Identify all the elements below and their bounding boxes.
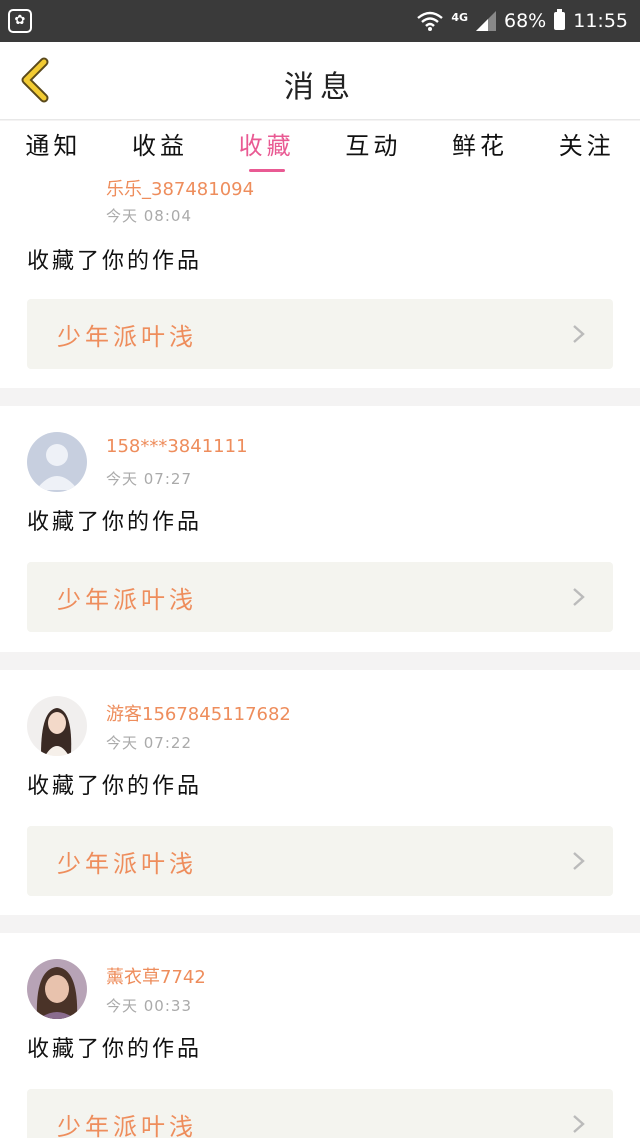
tab-flowers[interactable]: 鲜花 [427,121,534,173]
signal-icon [476,11,496,31]
chevron-right-icon [573,852,585,870]
action-text: 收藏了你的作品 [27,510,203,535]
work-title: 少年派叶浅 [57,1113,197,1138]
avatar[interactable] [27,696,87,756]
timestamp: 今天 07:27 [106,470,192,488]
timestamp: 今天 07:22 [106,734,192,752]
message-card: 薰衣草7742 今天 00:33 收藏了你的作品 少年派叶浅 [0,933,640,1138]
action-text: 收藏了你的作品 [27,774,203,799]
tab-bar: 通知 收益 收藏 互动 鲜花 关注 [0,121,640,173]
chevron-right-icon [573,325,585,343]
avatar[interactable] [27,959,87,1019]
battery-percent: 68% [504,10,547,32]
clock: 11:55 [573,10,628,32]
message-list[interactable]: 乐乐_387481094 今天 08:04 收藏了你的作品 少年派叶浅 158*… [0,173,640,1138]
username[interactable]: 游客1567845117682 [106,700,291,726]
tab-notifications[interactable]: 通知 [0,121,107,173]
work-link[interactable]: 少年派叶浅 [27,299,613,369]
message-card: 158***3841111 今天 07:27 收藏了你的作品 少年派叶浅 [0,406,640,652]
work-link[interactable]: 少年派叶浅 [27,1089,613,1138]
chevron-right-icon [573,588,585,606]
action-text: 收藏了你的作品 [27,1037,203,1062]
tab-earnings[interactable]: 收益 [107,121,214,173]
message-card: 游客1567845117682 今天 07:22 收藏了你的作品 少年派叶浅 [0,670,640,915]
work-title: 少年派叶浅 [57,586,197,614]
avatar[interactable] [27,432,87,492]
timestamp: 今天 00:33 [106,997,192,1015]
paw-icon: ✿ [8,9,32,33]
tab-favorites[interactable]: 收藏 [213,121,320,173]
username[interactable]: 薰衣草7742 [106,963,206,989]
timestamp: 今天 08:04 [106,207,192,225]
status-indicators: 4G 68% 11:55 [417,0,628,42]
user-photo [41,708,72,756]
default-avatar-icon [36,444,78,490]
action-text: 收藏了你的作品 [27,249,203,274]
username[interactable]: 158***3841111 [106,436,248,457]
wifi-icon [417,11,444,31]
tab-following[interactable]: 关注 [533,121,640,173]
work-link[interactable]: 少年派叶浅 [27,562,613,632]
message-card: 乐乐_387481094 今天 08:04 收藏了你的作品 少年派叶浅 [0,173,640,388]
app-header: 消息 [0,42,640,120]
work-link[interactable]: 少年派叶浅 [27,826,613,896]
battery-icon [554,9,566,30]
tab-interactions[interactable]: 互动 [320,121,427,173]
work-title: 少年派叶浅 [57,323,197,351]
username[interactable]: 乐乐_387481094 [106,175,254,201]
chevron-right-icon [573,1115,585,1133]
page-title: 消息 [284,70,356,105]
status-bar: ✿ 4G 68% 11:55 [0,0,640,42]
network-type: 4G [451,10,468,24]
user-photo [36,967,78,1019]
work-title: 少年派叶浅 [57,850,197,878]
